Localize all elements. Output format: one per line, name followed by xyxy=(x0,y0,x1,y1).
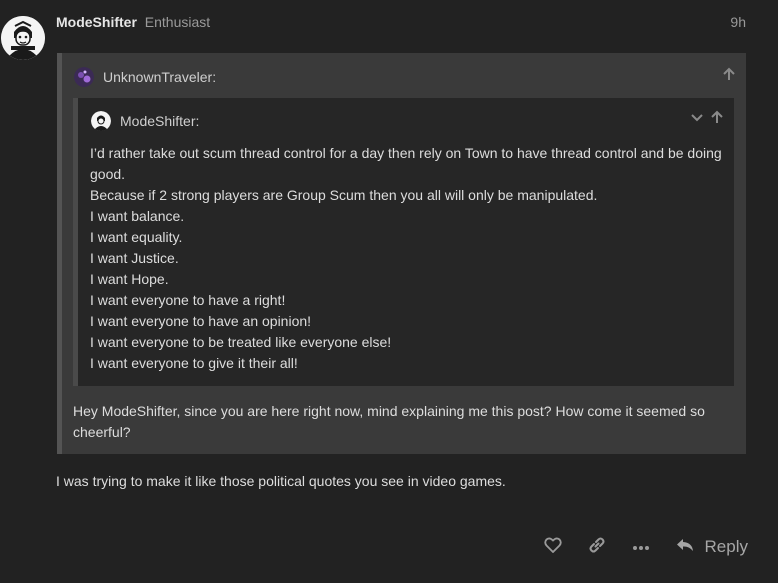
like-button[interactable] xyxy=(543,537,562,558)
copy-link-button[interactable] xyxy=(588,536,606,559)
quote-line: I want Hope. xyxy=(90,271,169,287)
quote-inner-body: I’d rather take out scum thread control … xyxy=(90,143,725,374)
quote-line: Because if 2 strong players are Group Sc… xyxy=(90,187,598,203)
quote-line: I want everyone to give it their all! xyxy=(90,355,298,371)
post-actions: Reply xyxy=(543,534,748,560)
reply-button[interactable]: Reply xyxy=(676,537,748,558)
quote-line: I’d rather take out scum thread control … xyxy=(90,145,722,182)
link-icon xyxy=(588,536,606,559)
quote-inner: ModeShifter: I’d rather take out scum th… xyxy=(73,98,734,386)
quote-outer-body: Hey ModeShifter, since you are here righ… xyxy=(73,403,705,440)
user-title: Enthusiast xyxy=(144,14,211,30)
quote-outer-controls xyxy=(722,67,736,85)
quote-line: I want Justice. xyxy=(90,250,179,266)
quote-inner-title: ModeShifter: xyxy=(91,110,199,132)
quote-inner-controls xyxy=(690,110,724,128)
unknowntraveler-avatar xyxy=(74,67,94,87)
quote-line: I want everyone to have a right! xyxy=(90,292,286,308)
quote-outer: UnknownTraveler: ModeShifter: I’d rather… xyxy=(57,53,746,454)
arrow-up-icon[interactable] xyxy=(722,67,736,85)
quote-line: I want everyone to be treated like every… xyxy=(90,334,392,350)
user-avatar[interactable] xyxy=(1,16,45,60)
post-header: ModeShifter Enthusiast 9h xyxy=(56,14,746,34)
post-date[interactable]: 9h xyxy=(730,14,746,30)
quote-outer-title: UnknownTraveler: xyxy=(74,65,738,89)
quote-line: I want equality. xyxy=(90,229,183,245)
heart-icon xyxy=(543,537,562,558)
arrow-up-icon[interactable] xyxy=(710,110,724,128)
quote-line: I want balance. xyxy=(90,208,185,224)
post-container: ModeShifter Enthusiast 9h UnknownTravele… xyxy=(0,0,778,583)
chevron-down-icon[interactable] xyxy=(690,110,704,128)
quote-line: I want everyone to have an opinion! xyxy=(90,313,312,329)
reply-label: Reply xyxy=(704,537,748,556)
more-icon xyxy=(632,538,650,556)
modeshifter-small-avatar xyxy=(91,111,111,131)
more-button[interactable] xyxy=(632,538,650,556)
post-body: I was trying to make it like those polit… xyxy=(56,473,506,489)
reply-icon xyxy=(676,537,694,558)
quote-outer-author: UnknownTraveler: xyxy=(103,69,217,85)
quote-inner-author: ModeShifter: xyxy=(120,113,200,129)
username[interactable]: ModeShifter xyxy=(56,14,137,30)
